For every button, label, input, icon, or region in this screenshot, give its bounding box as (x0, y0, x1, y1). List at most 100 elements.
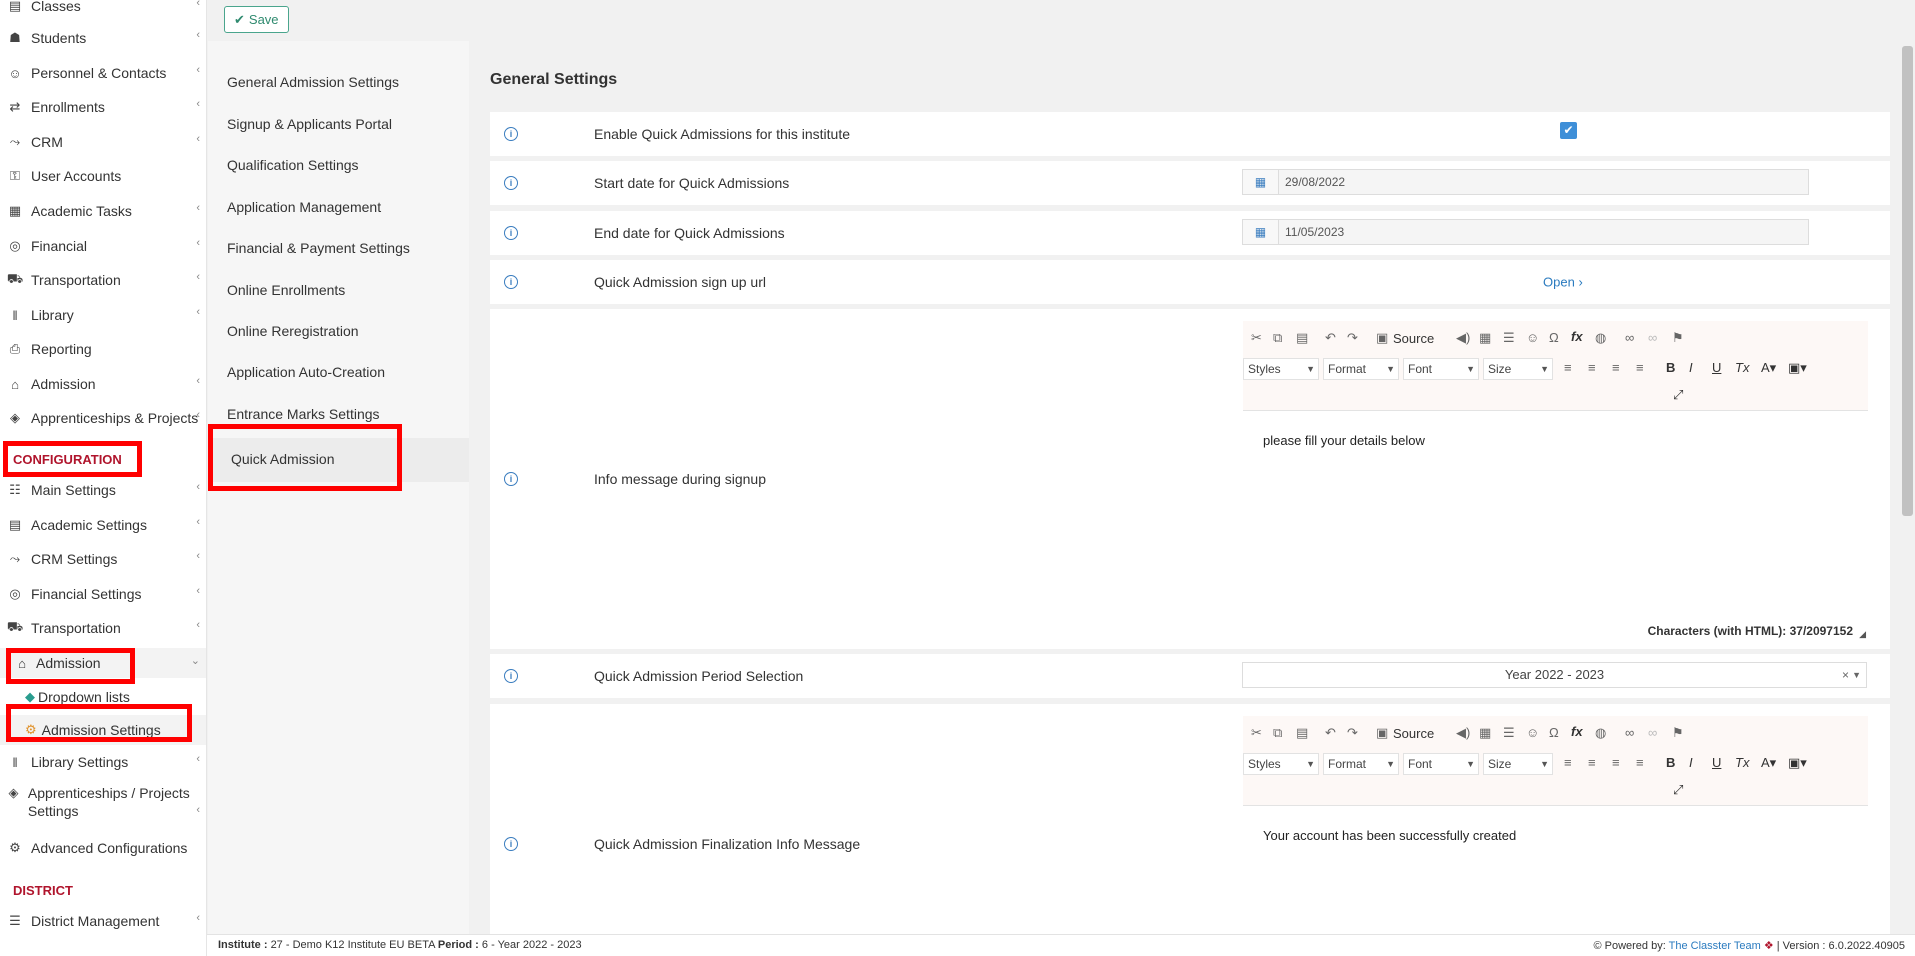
nav-item-library[interactable]: ‖ Library ‹ (0, 300, 206, 330)
nav-item-crm-settings[interactable]: ⤳ CRM Settings ‹ (0, 544, 206, 574)
menu-item-entrance-marks-settings[interactable]: Entrance Marks Settings (227, 406, 380, 422)
align-justify-icon[interactable]: ≡ (1636, 360, 1644, 375)
underline-icon[interactable]: U (1712, 360, 1721, 375)
open-signup-url-link[interactable]: Open › (1543, 275, 1583, 290)
nav-item-academic-tasks[interactable]: ▦ Academic Tasks ‹ (0, 196, 206, 226)
copy-icon[interactable]: ⧉ (1273, 330, 1282, 346)
info-icon[interactable]: i (504, 669, 518, 683)
finalization-message-editor-body[interactable]: Your account has been successfully creat… (1263, 828, 1516, 843)
info-icon[interactable]: i (504, 472, 518, 486)
flag-icon[interactable]: ⚑ (1672, 330, 1684, 346)
align-center-icon[interactable]: ≡ (1588, 755, 1596, 770)
italic-icon[interactable]: I (1689, 755, 1693, 770)
paste-icon[interactable]: ▤ (1296, 330, 1308, 346)
remove-format-icon[interactable]: Tx (1735, 360, 1749, 375)
source-icon[interactable]: ▣ (1376, 330, 1388, 346)
menu-item-online-enrollments[interactable]: Online Enrollments (227, 282, 345, 298)
info-icon[interactable]: i (504, 226, 518, 240)
size-select[interactable]: Size ▼ (1483, 753, 1553, 775)
nav-item-transportation[interactable]: ⛟ Transportation ‹ (0, 265, 206, 295)
nav-item-advanced-configurations[interactable]: ⚙ Advanced Configurations (0, 833, 206, 863)
info-icon[interactable]: i (504, 176, 518, 190)
nav-item-personnel-contacts[interactable]: ☺ Personnel & Contacts ‹ (0, 58, 206, 88)
menu-item-signup-applicants-portal[interactable]: Signup & Applicants Portal (227, 116, 392, 132)
paste-icon[interactable]: ▤ (1296, 725, 1308, 741)
nav-item-admission-settings[interactable]: ⚙ Admission Settings (0, 715, 206, 745)
nav-item-dropdown-lists[interactable]: ◆ Dropdown lists (0, 682, 206, 712)
text-color-icon[interactable]: A▾ (1761, 755, 1776, 771)
info-icon[interactable]: i (504, 837, 518, 851)
source-icon[interactable]: ▣ (1376, 725, 1388, 741)
table-icon[interactable]: ▦ (1479, 330, 1491, 346)
menu-item-general-admission-settings[interactable]: General Admission Settings (227, 74, 399, 90)
smiley-icon[interactable]: ☺ (1526, 330, 1539, 345)
nav-item-academic-settings[interactable]: ▤ Academic Settings ‹ (0, 510, 206, 540)
main-scrollbar[interactable] (1900, 41, 1915, 934)
formula-icon[interactable]: fx (1571, 724, 1583, 739)
bold-icon[interactable]: B (1666, 755, 1675, 770)
undo-icon[interactable]: ↶ (1325, 330, 1336, 346)
styles-select[interactable]: Styles ▼ (1243, 358, 1319, 380)
copy-icon[interactable]: ⧉ (1273, 725, 1282, 741)
nav-item-library-settings[interactable]: ‖ Library Settings ‹ (0, 747, 206, 777)
menu-item-online-reregistration[interactable]: Online Reregistration (227, 323, 359, 339)
nav-item-transportation[interactable]: ⛟ Transportation ‹ (0, 613, 206, 643)
audio-icon[interactable]: ◀) (1456, 725, 1470, 741)
text-color-icon[interactable]: A▾ (1761, 360, 1776, 376)
menu-item-quick-admission[interactable]: Quick Admission (208, 438, 469, 482)
nav-item-crm[interactable]: ⤳ CRM ‹ (0, 127, 206, 157)
special-char-icon[interactable]: Ω (1549, 330, 1559, 345)
underline-icon[interactable]: U (1712, 755, 1721, 770)
clear-icon[interactable]: × (1842, 663, 1849, 687)
globe-icon[interactable]: ◍ (1595, 330, 1606, 346)
redo-icon[interactable]: ↷ (1347, 330, 1358, 346)
format-select[interactable]: Format ▼ (1323, 358, 1399, 380)
start-date-input[interactable] (1278, 169, 1809, 195)
menu-item-application-management[interactable]: Application Management (227, 199, 381, 215)
link-icon[interactable]: ∞ (1625, 330, 1634, 345)
nav-item-financial-settings[interactable]: ◎ Financial Settings ‹ (0, 579, 206, 609)
info-icon[interactable]: i (504, 127, 518, 141)
smiley-icon[interactable]: ☺ (1526, 725, 1539, 740)
source-button[interactable]: Source (1393, 726, 1434, 741)
nav-item-apprenticeships-projects-settings[interactable]: ◈ Apprenticeships / Projects Settings ‹ (0, 781, 206, 825)
info-icon[interactable]: i (504, 275, 518, 289)
audio-icon[interactable]: ◀) (1456, 330, 1470, 346)
table-icon[interactable]: ▦ (1479, 725, 1491, 741)
cut-icon[interactable]: ✂ (1251, 725, 1262, 741)
align-left-icon[interactable]: ≡ (1564, 755, 1572, 770)
calendar-icon[interactable]: ▦ (1242, 169, 1278, 195)
nav-item-students[interactable]: ☗ Students ‹ (0, 23, 206, 53)
align-right-icon[interactable]: ≡ (1612, 360, 1620, 375)
flag-icon[interactable]: ⚑ (1672, 725, 1684, 741)
format-select[interactable]: Format ▼ (1323, 753, 1399, 775)
menu-item-application-auto-creation[interactable]: Application Auto-Creation (227, 364, 385, 380)
maximize-icon[interactable]: ⤢ (1673, 782, 1683, 798)
nav-item-admission[interactable]: ⌂ Admission ‹ (0, 369, 206, 399)
link-icon[interactable]: ∞ (1625, 725, 1634, 740)
align-justify-icon[interactable]: ≡ (1636, 755, 1644, 770)
scrollbar-thumb[interactable] (1902, 46, 1913, 516)
nav-item-district-management[interactable]: ☰ District Management ‹ (0, 906, 206, 936)
horizontal-line-icon[interactable]: ☰ (1503, 330, 1515, 346)
menu-item-financial-payment-settings[interactable]: Financial & Payment Settings (227, 240, 410, 256)
bold-icon[interactable]: B (1666, 360, 1675, 375)
nav-item-enrollments[interactable]: ⇄ Enrollments ‹ (0, 92, 206, 122)
unlink-icon[interactable]: ∞ (1648, 330, 1657, 345)
background-color-icon[interactable]: ▣▾ (1788, 360, 1807, 376)
italic-icon[interactable]: I (1689, 360, 1693, 375)
unlink-icon[interactable]: ∞ (1648, 725, 1657, 740)
nav-item-financial[interactable]: ◎ Financial ‹ (0, 231, 206, 261)
period-select[interactable]: Year 2022 - 2023 × ▼ (1242, 662, 1867, 688)
horizontal-line-icon[interactable]: ☰ (1503, 725, 1515, 741)
end-date-input[interactable] (1278, 219, 1809, 245)
nav-item-main-settings[interactable]: ☷ Main Settings ‹ (0, 475, 206, 505)
info-message-editor-body[interactable]: please fill your details below (1263, 433, 1425, 448)
cut-icon[interactable]: ✂ (1251, 330, 1262, 346)
save-button[interactable]: ✔ Save (224, 6, 289, 33)
size-select[interactable]: Size ▼ (1483, 358, 1553, 380)
redo-icon[interactable]: ↷ (1347, 725, 1358, 741)
classter-team-link[interactable]: The Classter Team (1669, 940, 1761, 952)
nav-item-apprenticeships-projects[interactable]: ◈ Apprenticeships & Projects ‹ (0, 403, 206, 433)
special-char-icon[interactable]: Ω (1549, 725, 1559, 740)
